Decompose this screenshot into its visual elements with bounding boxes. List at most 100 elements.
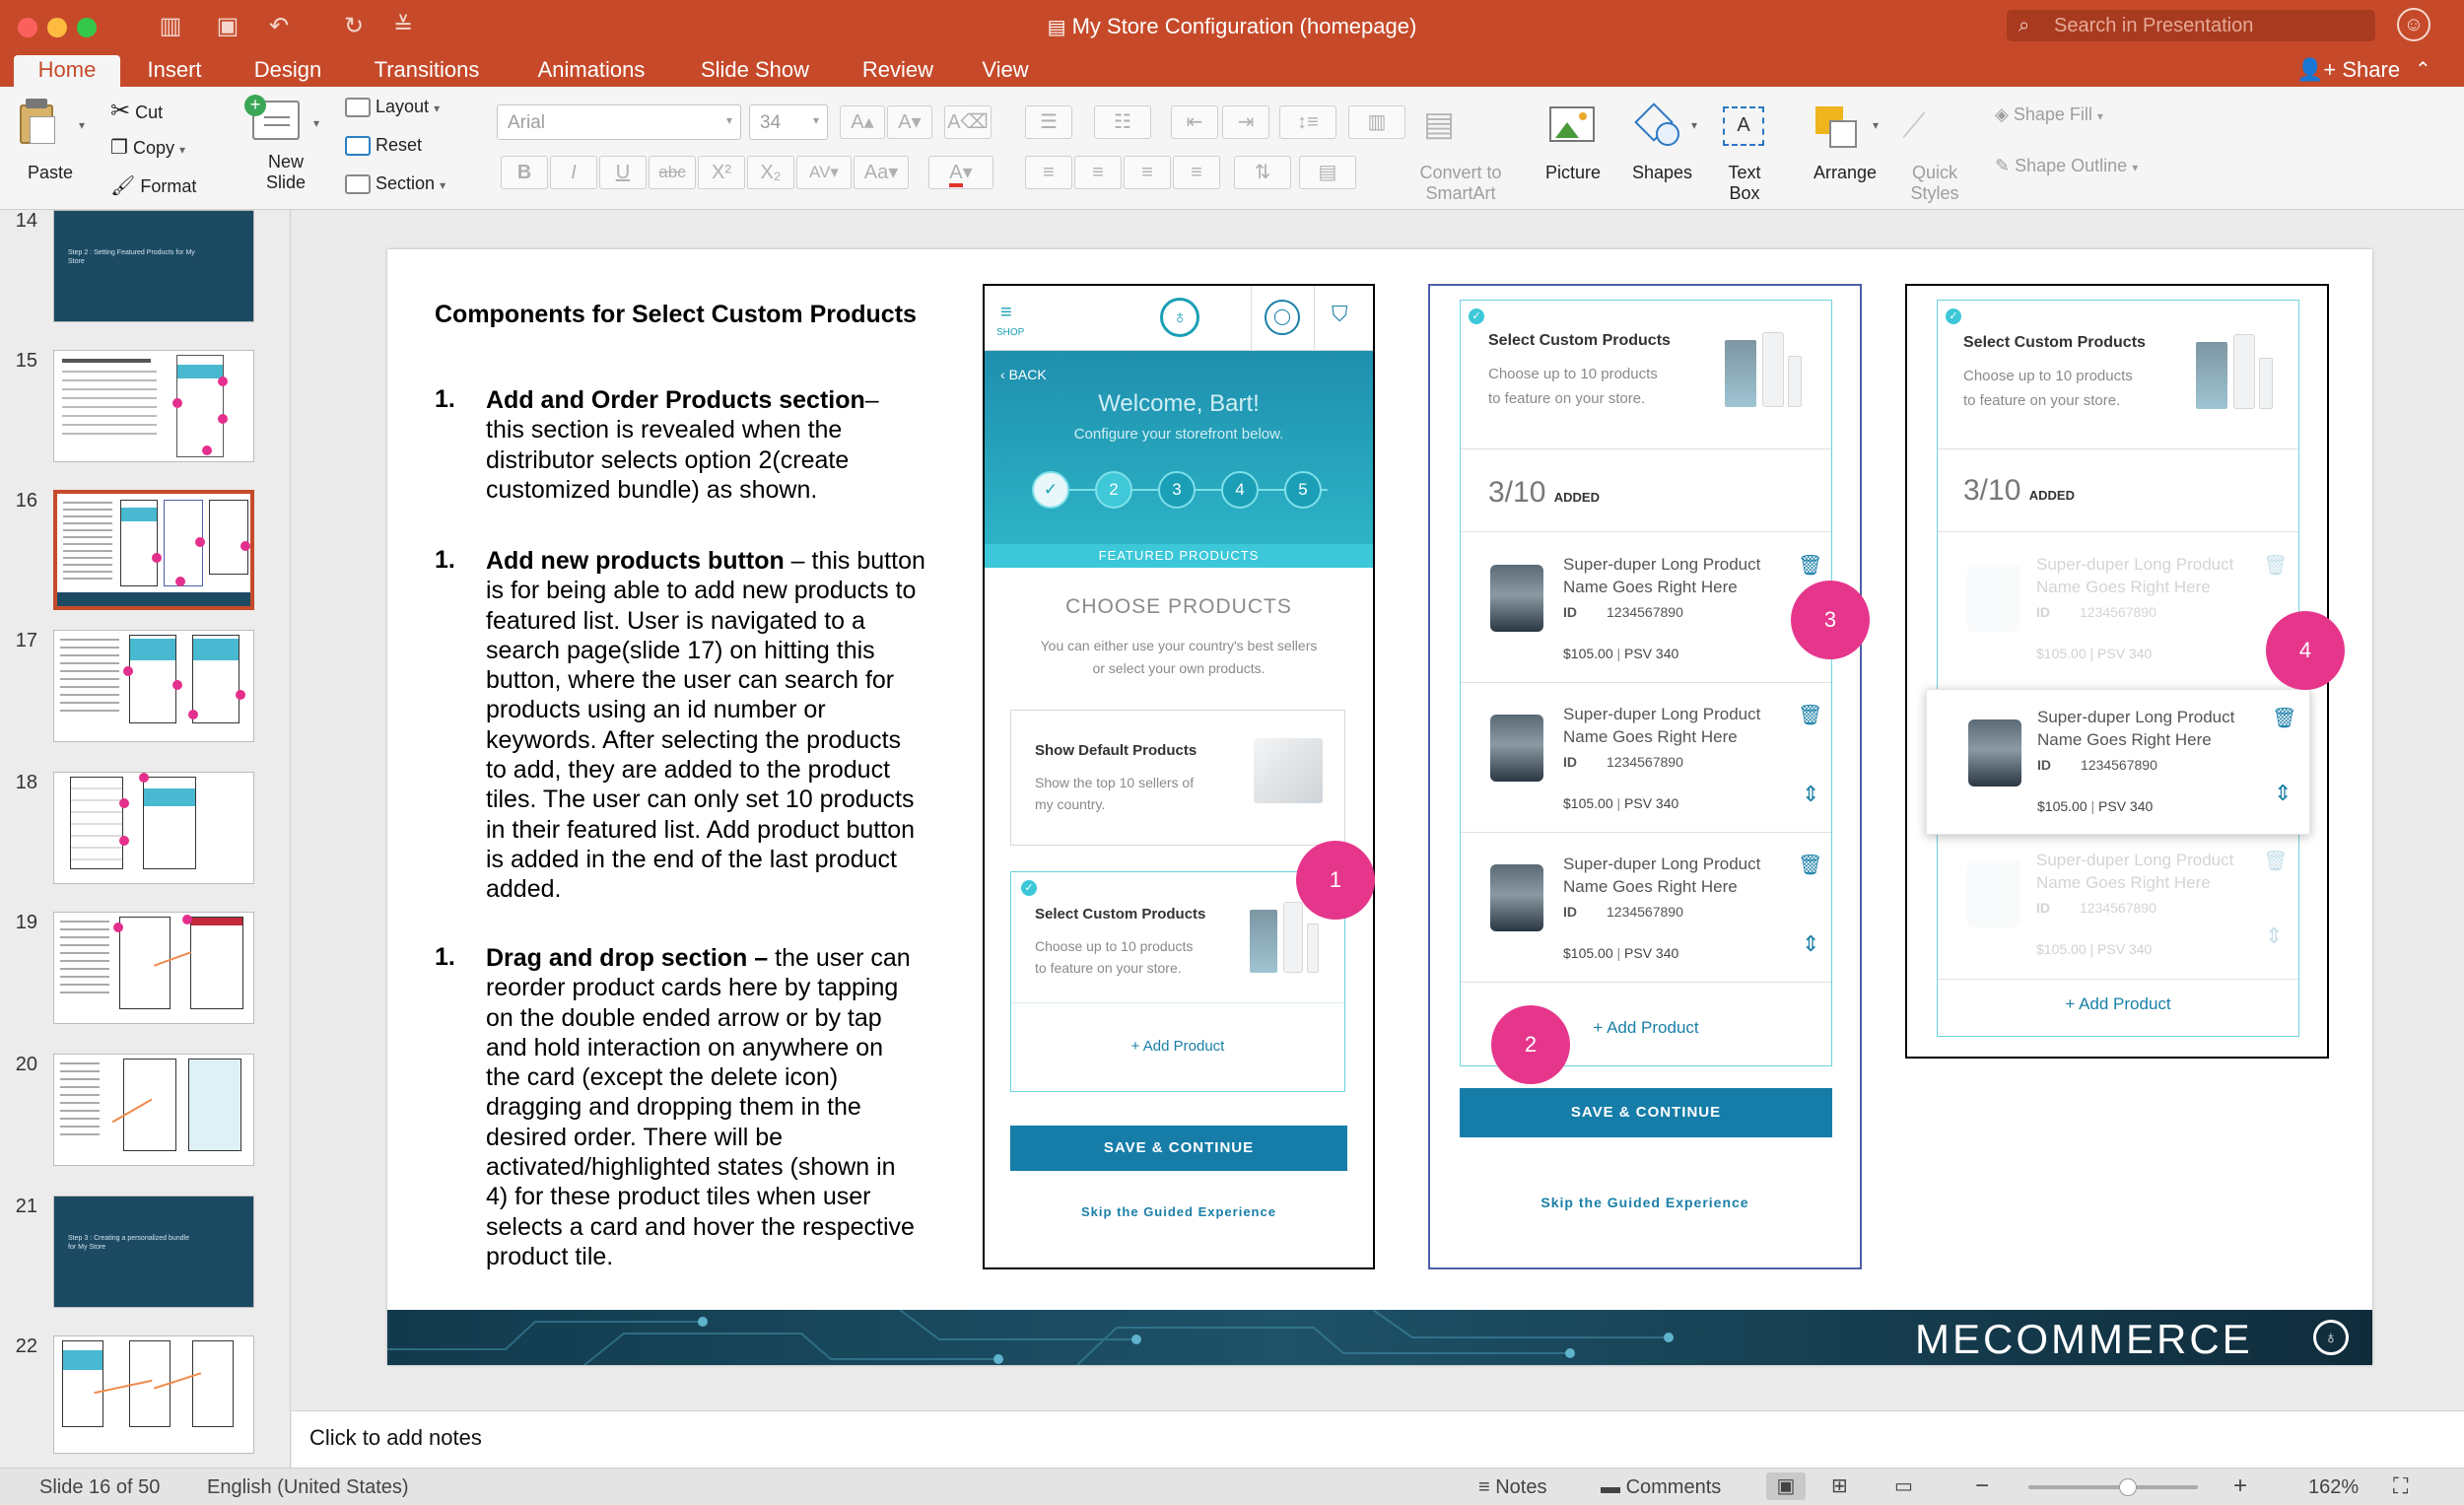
font-name-field[interactable]: Arial ▾ [497,104,741,140]
align-right-icon[interactable]: ≡ [1124,156,1171,189]
bag-icon[interactable]: ⛉ [1332,302,1348,327]
reset-button[interactable]: Reset [345,135,422,157]
drag-arrow-icon[interactable]: ⇕ [2274,781,2292,806]
notes-placeholder[interactable]: Click to add notes [309,1425,482,1451]
share-button[interactable]: 👤+ Share [2296,55,2400,87]
strikethrough-icon[interactable]: abc [649,156,696,189]
shape-outline-button[interactable]: ✎ Shape Outline ▾ [1995,156,2138,176]
save-continue-button[interactable]: SAVE & CONTINUE [1010,1126,1347,1171]
slide-thumbnail-22[interactable] [53,1335,254,1454]
search-input[interactable]: ⌕ Search in Presentation [2007,10,2375,41]
back-link[interactable]: ‹ BACK [1000,367,1047,382]
step-2[interactable]: 2 [1095,471,1132,509]
increase-indent-icon[interactable]: ⇥ [1222,105,1269,139]
shapes-button[interactable]: Shapes [1632,163,1692,183]
product-tile-dragging[interactable]: Super-duper Long Product Name Goes Right … [1926,689,2310,835]
step-1-done[interactable]: ✓ [1032,471,1069,509]
product-tile-faded[interactable]: Super-duper Long Product Name Goes Right … [1938,533,2298,683]
numbering-icon[interactable]: ☷ [1094,105,1151,139]
delete-icon[interactable]: 🗑 [2272,706,2296,730]
tab-insert[interactable]: Insert [130,55,219,87]
text-box-button[interactable]: Text Box [1711,163,1778,204]
cut-button[interactable]: ✂ Cut [110,97,163,125]
align-center-icon[interactable]: ≡ [1074,156,1122,189]
slide-thumbnail-19[interactable] [53,912,254,1024]
drag-arrow-icon[interactable]: ⇕ [1802,931,1819,957]
skip-guided-link[interactable]: Skip the Guided Experience [985,1204,1373,1219]
product-tile-faded[interactable]: Super-duper Long Product Name Goes Right … [1938,829,2298,977]
slide-thumbnail-20[interactable] [53,1054,254,1166]
language-indicator[interactable]: English (United States) [207,1476,409,1499]
delete-icon[interactable]: 🗑 [2263,849,2288,873]
shapes-dropdown-icon[interactable]: ▾ [1691,118,1697,132]
step-4[interactable]: 4 [1221,471,1259,509]
section-button[interactable]: Section ▾ [345,173,445,195]
collapse-ribbon-icon[interactable]: ⌃ [2415,55,2431,85]
picture-button[interactable]: Picture [1545,163,1601,183]
step-3[interactable]: 3 [1158,471,1196,509]
slide-thumbnail-16[interactable] [53,490,254,610]
custom-products-option[interactable]: ✓ Select Custom Products Choose up to 10… [1010,871,1345,1092]
comments-toggle-button[interactable]: ▬ Comments [1601,1476,1721,1499]
copy-button[interactable]: ❐ Copy ▾ [110,135,185,160]
product-tile[interactable]: Super-duper Long Product Name Goes Right … [1461,683,1831,833]
notes-pane[interactable]: Click to add notes [292,1410,2464,1468]
zoom-out-icon[interactable]: − [1975,1472,1989,1500]
tab-review[interactable]: Review [846,55,950,87]
skip-guided-link[interactable]: Skip the Guided Experience [1430,1195,1860,1210]
tab-home[interactable]: Home [14,55,120,87]
delete-icon[interactable]: 🗑 [1798,853,1822,877]
delete-icon[interactable]: 🗑 [2263,553,2288,578]
zoom-slider[interactable] [2028,1485,2198,1489]
delete-icon[interactable]: 🗑 [1798,553,1822,578]
delete-icon[interactable]: 🗑 [1798,703,1822,727]
line-spacing-icon[interactable]: ↕≡ [1279,105,1336,139]
product-tile[interactable]: Super-duper Long Product Name Goes Right … [1461,533,1831,683]
quick-styles-button[interactable]: Quick Styles [1890,163,1979,204]
format-painter-button[interactable]: 🖌 Format [110,173,196,198]
step-5[interactable]: 5 [1284,471,1322,509]
subscript-icon[interactable]: X₂ [747,156,794,189]
arrange-button[interactable]: Arrange [1814,163,1877,183]
bold-icon[interactable]: B [501,156,548,189]
tab-view[interactable]: View [968,55,1043,87]
drag-arrow-icon[interactable]: ⇕ [2265,924,2283,949]
paste-dropdown-icon[interactable]: ▾ [79,118,85,132]
columns-icon[interactable]: ▥ [1348,105,1405,139]
account-icon[interactable]: ◯ [1265,300,1300,335]
tab-design[interactable]: Design [239,55,337,87]
character-spacing-icon[interactable]: AV▾ [796,156,852,189]
layout-button[interactable]: Layout ▾ [345,97,440,118]
zoom-slider-handle[interactable] [2119,1478,2137,1496]
drag-arrow-icon[interactable]: ⇕ [1802,782,1819,807]
reading-view-icon[interactable]: ▭ [1894,1472,1913,1500]
tab-slide-show[interactable]: Slide Show [686,55,824,87]
add-product-link[interactable]: + Add Product [1938,994,2298,1014]
default-products-option[interactable]: Show Default Products Show the top 10 se… [1010,710,1345,846]
slide-thumbnail-15[interactable] [53,350,254,462]
zoom-in-icon[interactable]: + [2233,1472,2247,1500]
font-size-field[interactable]: 34 ▾ [749,104,828,140]
menu-icon[interactable]: ≡ [1000,302,1012,324]
new-slide-button[interactable]: New Slide [246,152,325,193]
change-case-icon[interactable]: Aa▾ [854,156,909,189]
text-direction-icon[interactable]: ⇅ [1234,156,1291,189]
normal-view-icon[interactable]: ▣ [1766,1472,1806,1500]
slide-title[interactable]: Components for Select Custom Products [435,301,917,329]
align-text-icon[interactable]: ▤ [1299,156,1356,189]
increase-font-icon[interactable]: A▴ [840,105,885,139]
superscript-icon[interactable]: X² [698,156,745,189]
zoom-level[interactable]: 162% [2308,1476,2359,1499]
slide-thumbnail-18[interactable] [53,772,254,884]
align-left-icon[interactable]: ≡ [1025,156,1072,189]
notes-toggle-button[interactable]: ≡ Notes [1478,1476,1546,1499]
arrange-dropdown-icon[interactable]: ▾ [1873,118,1879,132]
slide-thumbnail-panel[interactable]: 14 Step 2 : Setting Featured Products fo… [0,210,291,1468]
brand-logo-icon[interactable]: ♁ [1160,298,1199,337]
tab-animations[interactable]: Animations [518,55,664,87]
slide-sorter-icon[interactable]: ⊞ [1831,1472,1848,1500]
add-product-link[interactable]: + Add Product [1011,1038,1344,1055]
slide-thumbnail-21[interactable]: Step 3 : Creating a personalized bundle … [53,1196,254,1308]
convert-smartart-button[interactable]: Convert to SmartArt [1400,163,1522,204]
decrease-font-icon[interactable]: A▾ [887,105,932,139]
